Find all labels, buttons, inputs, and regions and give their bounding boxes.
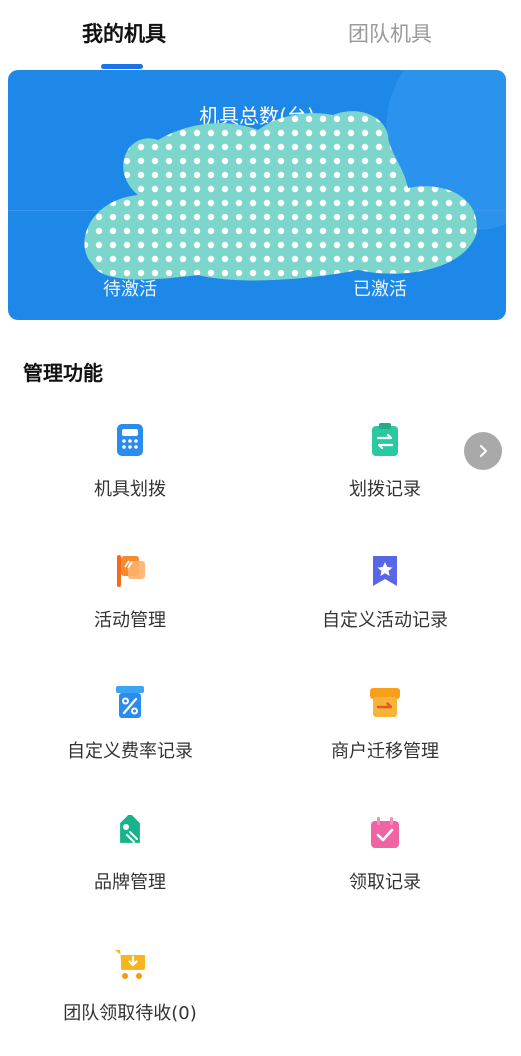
- next-page-button[interactable]: [464, 432, 502, 470]
- function-label: 自定义费率记录: [67, 741, 193, 762]
- cart-icon: [115, 950, 145, 979]
- function-label: 活动管理: [94, 610, 166, 631]
- chevron-right-icon: [480, 445, 487, 457]
- calculator-icon: [117, 424, 143, 456]
- transfer-record-icon: [372, 423, 398, 456]
- store-transfer-icon: [370, 688, 400, 717]
- function-custom-rate-record[interactable]: 自定义费率记录: [0, 684, 260, 794]
- function-label: 划拨记录: [349, 479, 421, 500]
- function-label: 机具划拨: [94, 479, 166, 500]
- function-label: 自定义活动记录: [322, 610, 448, 631]
- device-summary-card: 机具总数(台) 待激活 已激活: [8, 70, 506, 320]
- star-bookmark-icon: [373, 556, 397, 586]
- function-label: 团队领取待收(0): [63, 1003, 197, 1024]
- calendar-check-icon: [371, 817, 399, 848]
- function-claim-record[interactable]: 领取记录: [255, 815, 515, 925]
- function-activity-management[interactable]: 活动管理: [0, 553, 260, 663]
- tab-bar: 我的机具 团队机具: [0, 0, 521, 69]
- function-device-transfer[interactable]: 机具划拨: [0, 422, 260, 532]
- function-label: 领取记录: [349, 872, 421, 893]
- function-merchant-migration[interactable]: 商户迁移管理: [255, 684, 515, 794]
- active-tab-indicator: [101, 64, 143, 69]
- management-section-title: 管理功能: [23, 361, 103, 385]
- tag-icon: [120, 815, 140, 843]
- function-team-claim-pending[interactable]: 团队领取待收(0): [0, 946, 260, 1056]
- flag-icon: [117, 555, 145, 587]
- tab-my-devices[interactable]: 我的机具: [82, 18, 166, 48]
- tab-team-devices[interactable]: 团队机具: [348, 18, 432, 48]
- percent-icon: [116, 686, 144, 718]
- redacted-cloud-overlay: [84, 111, 477, 281]
- function-custom-activity-record[interactable]: 自定义活动记录: [255, 553, 515, 663]
- function-label: 商户迁移管理: [331, 741, 439, 762]
- function-brand-management[interactable]: 品牌管理: [0, 815, 260, 925]
- function-label: 品牌管理: [94, 872, 166, 893]
